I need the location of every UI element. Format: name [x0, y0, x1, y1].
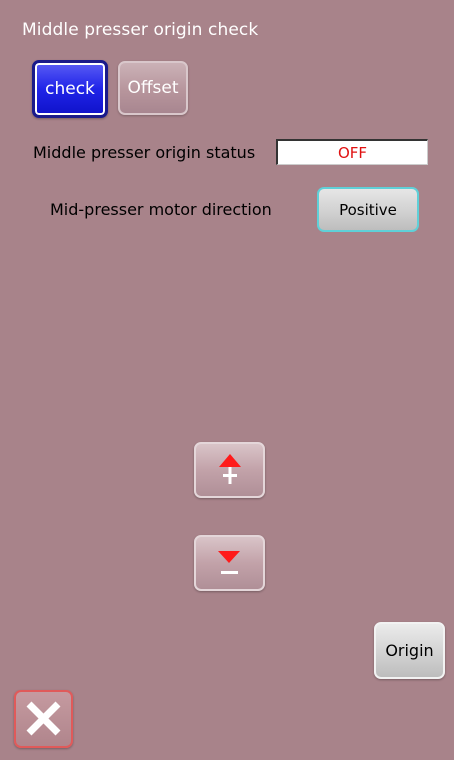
tab-check[interactable]: check [32, 60, 108, 118]
origin-status-value: OFF [337, 143, 368, 162]
tab-offset-label: Offset [127, 78, 179, 98]
motor-direction-value: Positive [339, 200, 397, 219]
motor-direction-button[interactable]: Positive [317, 187, 419, 232]
origin-status-field: OFF [276, 139, 428, 165]
page-title: Middle presser origin check [22, 20, 259, 40]
increase-button[interactable] [194, 442, 265, 498]
tab-offset[interactable]: Offset [118, 61, 188, 115]
close-icon [26, 701, 61, 736]
origin-button[interactable]: Origin [374, 622, 445, 679]
origin-status-label: Middle presser origin status [33, 143, 256, 162]
screen: Middle presser origin check check Offset… [0, 0, 454, 760]
motor-direction-label: Mid-presser motor direction [50, 200, 272, 219]
close-button[interactable] [14, 690, 73, 748]
origin-button-label: Origin [385, 641, 434, 660]
tab-check-label: check [45, 79, 95, 99]
minus-down-arrow-icon [218, 551, 240, 574]
decrease-button[interactable] [194, 535, 265, 591]
plus-up-arrow-icon [219, 454, 241, 484]
